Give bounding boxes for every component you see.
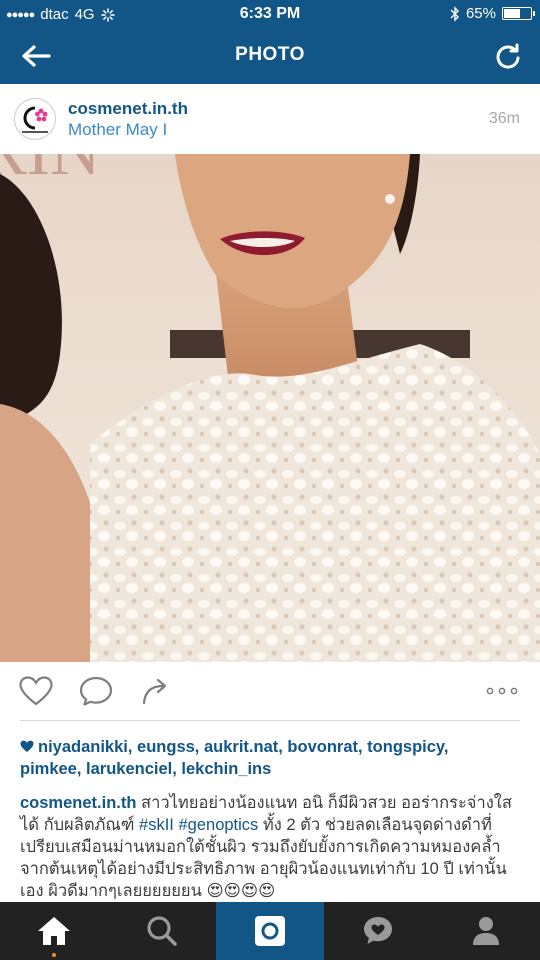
tab-activity[interactable] [324,902,432,960]
post-username[interactable]: cosmenet.in.th [68,99,188,119]
tab-home[interactable] [0,902,108,960]
tab-bar [0,902,540,960]
caption-username[interactable]: cosmenet.in.th [20,794,136,812]
photo-illustration: RIN [0,154,540,662]
post-location[interactable]: Mother May I [68,120,167,140]
status-right: 65% [450,5,535,22]
camera-icon [255,916,285,946]
heart-outline-icon [19,676,53,706]
likes-line-2[interactable]: pimkee, larukenciel, lekchin_ins [20,760,271,778]
activity-heart-bubble-icon [364,917,392,944]
comment-button[interactable] [78,674,114,708]
hashtag-genoptics[interactable]: #genoptics [178,816,258,834]
likes-line-1[interactable]: niyadanikki, eungss, aukrit.nat, bovonra… [38,738,448,756]
avatar[interactable] [14,98,56,140]
refresh-icon [496,43,520,69]
tab-search[interactable] [108,902,216,960]
divider [20,720,520,721]
page-title: PHOTO [235,44,305,65]
home-icon [38,917,70,945]
caption-emoji: 😍😍😍😍 [206,882,276,900]
heart-filled-icon [20,740,34,752]
post-time: 36m [488,110,520,127]
refresh-button[interactable] [490,38,526,74]
like-button[interactable] [18,674,54,708]
share-button[interactable] [138,674,174,708]
caption: cosmenet.in.th สาวไทยอย่างน้องแนท อนิ ก็… [20,792,525,902]
notification-dot [52,953,56,957]
cosmenet-logo-icon [22,106,48,133]
likes-list: niyadanikki, eungss, aukrit.nat, bovonra… [20,736,520,780]
more-dots-icon [486,687,518,695]
svg-text:RIN: RIN [0,154,101,190]
battery-icon [502,7,535,20]
tab-profile[interactable] [432,902,540,960]
tab-camera[interactable] [216,902,324,960]
bluetooth-icon [450,5,459,22]
app-bar: PHOTO [0,28,540,84]
post-photo[interactable]: RIN [0,154,540,662]
comment-bubble-icon [79,676,113,706]
profile-icon [473,917,499,945]
share-arrow-icon [142,678,167,705]
more-options-button[interactable] [482,674,522,708]
hashtag-skii[interactable]: #skII [139,816,174,834]
battery-fill [504,9,521,18]
status-bar: ●●●●● dtac 4G 6:33 PM 65% [0,0,540,28]
search-icon [147,916,177,946]
post-header: cosmenet.in.th Mother May I 36m [0,84,540,154]
battery-percent: 65% [465,5,496,22]
action-row [0,662,540,720]
